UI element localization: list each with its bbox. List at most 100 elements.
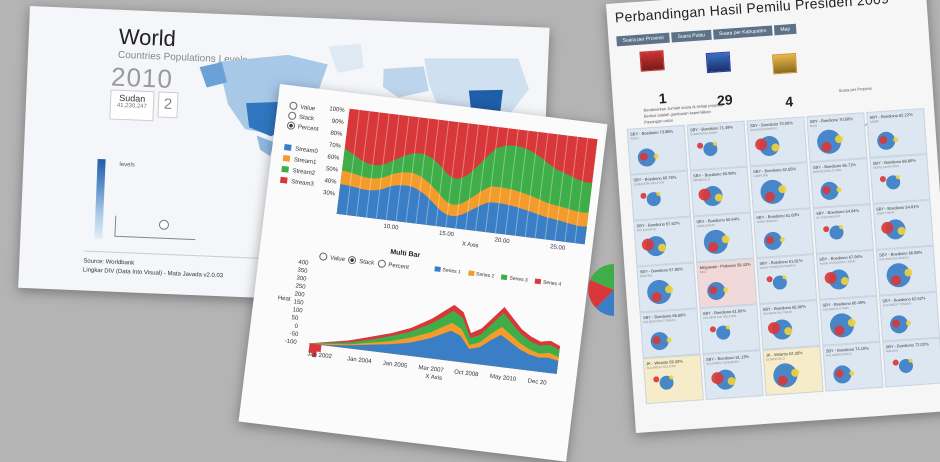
province-name: SUMATERA UTARA	[690, 130, 718, 137]
province-cell[interactable]: JK - Wiranto 62.36% GORONTALO	[762, 345, 824, 396]
legend-item-series4[interactable]: Series 4	[529, 278, 562, 288]
swatch-icon	[434, 266, 441, 273]
province-cell[interactable]: JK - Wiranto 55.33% SULAWESI SELATAN	[642, 354, 704, 405]
swatch-icon	[534, 278, 542, 285]
y-tick: 0	[294, 323, 299, 330]
province-cell[interactable]: SBY - Boediono 70.00% SUMATERA BARAT	[746, 116, 808, 167]
legend-item-series3[interactable]: Series 3	[495, 274, 528, 284]
year-slider-track[interactable]	[114, 215, 197, 241]
province-cell[interactable]: SBY - Boediono 61.60% KALIMANTAN SELATAN	[699, 304, 761, 355]
province-cell[interactable]: SBY - Boediono 62.55% LAMPUNG	[749, 162, 811, 213]
province-name: SULAWESI BARAT	[825, 351, 853, 358]
swatch-icon	[279, 177, 288, 185]
province-cell[interactable]: SBY - Boediono 66.88% KALIMANTAN BARAT	[875, 245, 937, 296]
y-tick: 90%	[331, 118, 345, 127]
radio-dot-icon	[287, 111, 297, 121]
y-tick: 150	[293, 299, 304, 307]
province-cell[interactable]: SBY - Boediono 50.64% JAWA BARAT	[693, 212, 755, 263]
province-cell[interactable]: SBY - Boediono 65.90% KALIMANTAN TIMUR	[759, 299, 821, 350]
multibar-y-axis-label: Heat	[277, 295, 291, 303]
nav-suara-per-provinsi[interactable]: Suara per Provinsi	[616, 32, 670, 47]
province-cell[interactable]: SBY - Boediono 60.76% SUMATERA SELATAN	[629, 170, 692, 221]
province-cell[interactable]: SBY - Boediono 71.49% SUMATERA UTARA	[686, 120, 748, 171]
radio-dot-icon	[318, 252, 328, 262]
province-name: JAWA BARAT	[696, 222, 716, 229]
province-name: KEPULAUAN RIAU	[872, 163, 900, 170]
province-name: JAWA TENGAH	[756, 218, 778, 225]
y-tick: -50	[289, 331, 299, 339]
y-tick: -100	[284, 338, 297, 346]
y-tick: 350	[297, 267, 308, 275]
radio-dot-icon	[288, 101, 298, 111]
radio-dot-selected-icon	[286, 121, 296, 131]
province-cell[interactable]: SBY - Boediono 66.49% SULAWESI UTARA	[819, 295, 881, 346]
y-tick: 300	[296, 275, 307, 283]
nav-map[interactable]: Map	[774, 23, 797, 36]
radio-percent[interactable]: Percent	[377, 259, 409, 271]
province-cell[interactable]: SBY - Boediono 61.81% NUSA TENGGARA BARAT	[756, 254, 818, 305]
province-name: KALIMANTAN BARAT	[879, 255, 910, 262]
color-scale-legend	[94, 158, 106, 240]
nav-suara-per-kabupaten[interactable]: Suara per Kabupaten	[712, 25, 773, 40]
province-cell[interactable]: SBY - Boediono 65.58% KALIMANTAN TENGAH	[639, 308, 701, 359]
province-cell[interactable]: SBY - Boediono 51.69% JAWA TENGAH	[752, 208, 814, 259]
province-name: SULAWESI TENGGARA	[706, 359, 740, 366]
y-tick: 400	[298, 259, 309, 267]
radio-stack[interactable]: Stack	[347, 255, 374, 266]
stat-count: 1	[658, 90, 668, 107]
province-name: SULAWESI TENGAH	[882, 301, 912, 308]
europe-region	[382, 66, 429, 98]
province-name: JAWA TIMUR	[876, 210, 895, 216]
nav-suara-pulau[interactable]: Suara Pulau	[671, 29, 712, 43]
radio-dot-icon	[377, 259, 386, 269]
candidate-megawati-prabowo-avatar[interactable]	[639, 50, 665, 72]
province-name: SULAWESI UTARA	[822, 305, 850, 312]
province-cell[interactable]: SBY - Boediono 54.81% JAWA TIMUR	[872, 199, 934, 250]
candidate-sby-boediono-avatar[interactable]	[705, 51, 732, 74]
province-cell[interactable]: SBY - Boediono 74.10% SULAWESI BARAT	[822, 341, 884, 392]
vote-share-bubble	[836, 187, 842, 193]
province-cell[interactable]: SBY - Boediono 60.98% BENGKULU	[689, 166, 751, 217]
vote-share-bubble	[714, 193, 724, 202]
province-cell[interactable]: SBY - Boediono 57.62% DKI JAKARTA	[633, 216, 695, 267]
radio-value[interactable]: Value	[318, 252, 345, 263]
province-name: DI YOGYAKARTA	[816, 214, 841, 220]
province-name: SULAWESI SELATAN	[646, 364, 677, 371]
province-cell[interactable]: SBY - Boediono 72.02% MALUKU	[882, 337, 940, 388]
province-name: KALIMANTAN SELATAN	[702, 313, 737, 320]
province-name: LAMPUNG	[753, 173, 769, 179]
vote-share-bubble	[834, 134, 844, 144]
y-tick: 100%	[328, 106, 345, 115]
province-cell[interactable]: SBY - Boediono 68.80% KEPULAUAN RIAU	[869, 153, 931, 204]
province-cell[interactable]: SBY - Boediono 70.58% RIAU	[806, 112, 868, 163]
province-cell[interactable]: SBY - Boediono 62.22% JAMBI	[866, 108, 928, 159]
province-cell[interactable]: SBY - Boediono 54.84% DI YOGYAKARTA	[812, 204, 874, 254]
province-name: BANGKA BELITUNG	[813, 167, 842, 174]
province-name: BENGKULU	[693, 177, 711, 183]
candidate-jk-wiranto-avatar[interactable]	[771, 52, 798, 75]
swatch-icon	[283, 144, 292, 152]
province-winner-label: Megawati - Prabowo 58.43%	[699, 261, 751, 271]
province-cell[interactable]: SBY - Boediono 62.52% SULAWESI TENGAH	[879, 291, 940, 342]
stream-percent-chart[interactable]	[336, 108, 598, 245]
province-cell[interactable]: SBY - Boediono 73.88% ACEH	[626, 124, 688, 175]
radio-dot-selected-icon	[347, 255, 357, 265]
vote-share-bubble	[790, 368, 800, 377]
legend-item-series1[interactable]: Series 1	[428, 266, 461, 275]
vote-share-bubble	[892, 136, 899, 143]
province-cell[interactable]: SBY - Boediono 51.13% SULAWESI TENGGARA	[702, 350, 764, 400]
swatch-icon	[501, 274, 508, 281]
vote-share-bubble	[723, 287, 729, 293]
vote-share-bubble	[783, 326, 793, 336]
y-tick: 40%	[324, 178, 337, 186]
vote-share-bubble	[666, 337, 672, 343]
province-cell[interactable]: SBY - Boediono 57.85% BANTEN	[636, 262, 698, 313]
province-name: ACEH	[630, 136, 639, 141]
legend-item-series2[interactable]: Series 2	[462, 270, 495, 280]
stream-mode-group: Value Stack Percent	[286, 101, 321, 135]
province-cell[interactable]: SBY - Boediono 65.71% BANGKA BELITUNG	[809, 158, 871, 209]
province-cell[interactable]: Megawati - Prabowo 58.43% BALI	[696, 258, 758, 309]
vote-share-bubble	[904, 268, 913, 277]
vote-share-bubble	[653, 153, 659, 160]
province-cell[interactable]: SBY - Boediono 67.96% NUSA TENGGARA TIMUR	[815, 249, 878, 300]
